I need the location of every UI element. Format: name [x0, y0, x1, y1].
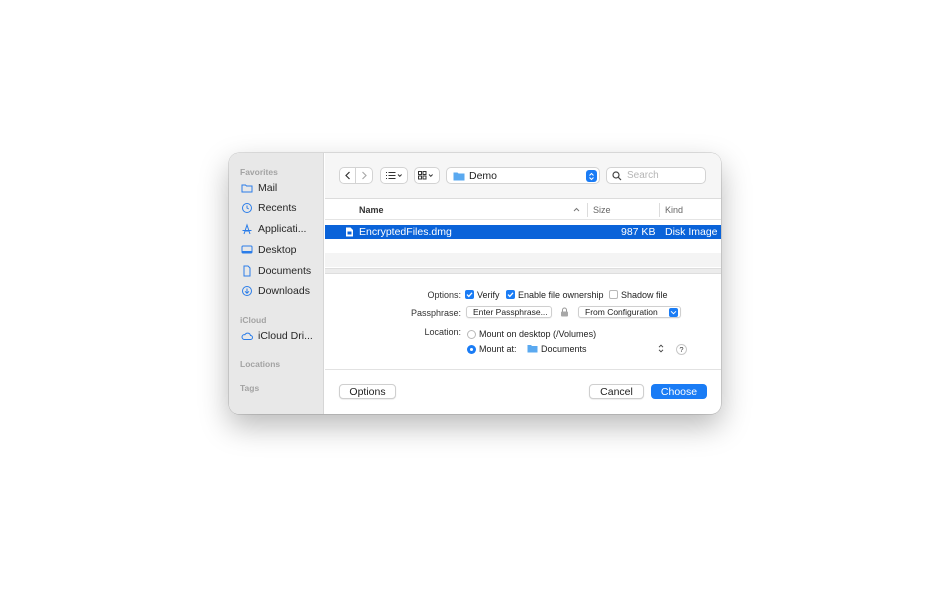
choose-button-label: Choose: [660, 385, 698, 398]
sidebar-item-label: Mail: [258, 182, 278, 194]
sidebar-item-label: iCloud Dri...: [258, 330, 313, 342]
column-size[interactable]: Size: [593, 205, 611, 215]
footer-divider: [325, 369, 721, 370]
main-pane: Demo Search Name Size Kind EncryptedFile…: [325, 153, 721, 414]
chevron-left-icon: [344, 171, 350, 180]
column-kind[interactable]: Kind: [665, 205, 683, 215]
list-view-button[interactable]: [380, 167, 408, 184]
toolbar: Demo Search: [325, 153, 721, 199]
search-placeholder: Search: [627, 170, 659, 181]
cloud-icon: [241, 332, 253, 340]
sidebar-header-tags: Tags: [240, 383, 260, 393]
sidebar-item-label: Recents: [258, 202, 297, 214]
mount-at-radio[interactable]: [467, 345, 476, 354]
sidebar-item-label: Desktop: [258, 244, 297, 256]
cancel-button[interactable]: Cancel: [589, 384, 644, 399]
sidebar-item-recents[interactable]: Recents: [241, 200, 297, 216]
lock-icon: [561, 307, 568, 317]
cancel-button-label: Cancel: [600, 385, 633, 398]
file-name: EncryptedFiles.dmg: [359, 226, 452, 238]
sidebar-item-desktop[interactable]: Desktop: [241, 242, 297, 258]
mount-at-label: Mount at:: [479, 344, 517, 354]
list-icon: [386, 172, 402, 179]
column-name[interactable]: Name: [359, 205, 384, 215]
back-button[interactable]: [339, 167, 356, 184]
verify-label: Verify: [477, 290, 500, 300]
grid-view-button[interactable]: [414, 167, 440, 184]
applications-icon: [242, 223, 252, 235]
passphrase-source-popup[interactable]: From Configuration: [578, 306, 681, 318]
passphrase-source-label: From Configuration: [585, 307, 658, 317]
path-label: Demo: [469, 169, 498, 182]
sidebar-item-label: Downloads: [258, 285, 310, 297]
chevron-down-icon: [669, 308, 678, 317]
sidebar-item-downloads[interactable]: Downloads: [241, 283, 310, 299]
checkmark-icon: [466, 292, 473, 298]
chevron-right-icon: [362, 171, 367, 180]
desktop-icon: [241, 245, 253, 254]
open-dialog: Favorites Mail Recents Applicati... Desk…: [229, 153, 721, 414]
table-row-empty: [325, 253, 721, 267]
choose-button[interactable]: Choose: [651, 384, 707, 399]
updown-icon: [586, 170, 597, 182]
sidebar-item-applications[interactable]: Applicati...: [241, 221, 306, 237]
help-button[interactable]: ?: [676, 344, 687, 355]
verify-checkbox[interactable]: [465, 290, 474, 299]
shadow-file-label: Shadow file: [621, 290, 668, 300]
sidebar-header-favorites: Favorites: [240, 167, 278, 177]
sidebar-item-icloud-drive[interactable]: iCloud Dri...: [241, 328, 313, 344]
enable-ownership-checkbox[interactable]: [506, 290, 515, 299]
sidebar-item-documents[interactable]: Documents: [241, 263, 311, 279]
sidebar: Favorites Mail Recents Applicati... Desk…: [229, 153, 324, 414]
sidebar-item-label: Applicati...: [258, 223, 307, 235]
file-kind: Disk Image: [665, 226, 718, 238]
sidebar-header-locations: Locations: [240, 359, 281, 369]
options-button[interactable]: Options: [339, 384, 396, 399]
checkmark-icon: [507, 292, 514, 298]
path-popup[interactable]: Demo: [446, 167, 600, 184]
enter-passphrase-button[interactable]: Enter Passphrase...: [466, 306, 552, 318]
updown-icon: [658, 344, 664, 353]
clock-icon: [242, 203, 252, 213]
download-icon: [242, 286, 252, 296]
column-separator: [659, 203, 660, 217]
table-row[interactable]: EncryptedFiles.dmg 987 KB Disk Image: [325, 225, 721, 239]
folder-icon: [241, 184, 253, 193]
sidebar-item-mail[interactable]: Mail: [241, 180, 277, 196]
search-icon: [612, 170, 622, 180]
options-label: Options:: [427, 290, 461, 300]
file-icon: [346, 227, 353, 237]
mount-folder-label: Documents: [541, 344, 587, 354]
sidebar-item-label: Documents: [258, 265, 312, 277]
grid-icon: [418, 171, 433, 180]
mount-folder-popup[interactable]: Documents: [527, 343, 669, 355]
file-size: 987 KB: [621, 226, 656, 238]
folder-icon: [453, 172, 465, 180]
column-header: Name Size Kind: [325, 200, 721, 220]
document-icon: [243, 265, 251, 277]
folder-icon: [527, 345, 538, 353]
sidebar-header-icloud: iCloud: [240, 315, 267, 325]
location-label: Location:: [424, 327, 461, 337]
sort-ascending-icon: [573, 207, 580, 212]
options-button-label: Options: [349, 385, 386, 398]
mount-desktop-label: Mount on desktop (/Volumes): [479, 329, 597, 339]
mount-desktop-radio[interactable]: [467, 330, 476, 339]
forward-button[interactable]: [356, 167, 373, 184]
passphrase-label: Passphrase:: [410, 308, 461, 318]
pane-divider[interactable]: [325, 268, 721, 274]
enter-passphrase-label: Enter Passphrase...: [473, 307, 548, 317]
search-field[interactable]: Search: [606, 167, 706, 184]
shadow-file-checkbox[interactable]: [609, 290, 618, 299]
column-separator: [587, 203, 588, 217]
file-list: EncryptedFiles.dmg 987 KB Disk Image: [325, 221, 721, 275]
enable-ownership-label: Enable file ownership: [518, 290, 604, 300]
help-label: ?: [679, 345, 684, 354]
